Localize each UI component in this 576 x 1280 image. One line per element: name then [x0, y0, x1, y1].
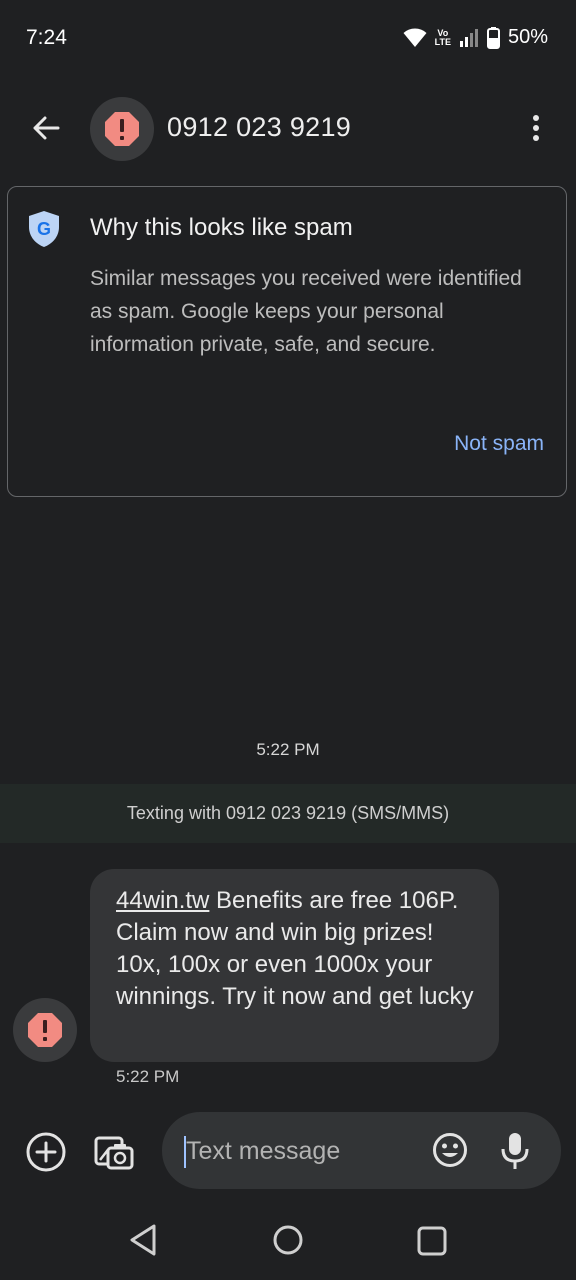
spam-card-body: Similar messages you received were ident…: [90, 267, 522, 356]
spam-card-title: Why this looks like spam: [90, 214, 353, 241]
battery-icon: [486, 26, 500, 49]
sender-avatar[interactable]: [13, 998, 77, 1062]
voice-input-button[interactable]: [500, 1131, 530, 1171]
text-caret: [184, 1136, 186, 1168]
texting-with-banner: Texting with 0912 023 9219 (SMS/MMS): [0, 784, 576, 843]
status-time: 7:24: [26, 26, 67, 49]
battery-percent: 50%: [507, 26, 548, 48]
emoji-button[interactable]: [431, 1131, 469, 1169]
more-options-button[interactable]: [516, 108, 556, 148]
add-attachment-button[interactable]: [24, 1130, 68, 1174]
nav-home-button[interactable]: [270, 1222, 306, 1258]
contact-avatar[interactable]: [90, 97, 154, 161]
wifi-icon: [403, 28, 427, 47]
spam-alert-icon: [28, 1013, 62, 1047]
message-input[interactable]: [184, 1132, 418, 1170]
signal-icon: [459, 28, 478, 47]
not-spam-button[interactable]: Not spam: [454, 432, 544, 456]
nav-back-button[interactable]: [126, 1222, 160, 1258]
back-button[interactable]: [26, 108, 66, 148]
google-shield-icon: G: [29, 211, 59, 247]
svg-text:G: G: [37, 219, 51, 239]
more-vert-icon: [533, 115, 539, 141]
nav-recents-button[interactable]: [415, 1224, 449, 1258]
conversation-title[interactable]: 0912 023 9219: [167, 112, 351, 143]
spam-alert-icon: [105, 112, 139, 146]
message-bubble[interactable]: 44win.tw Benefits are free 106P. Claim n…: [90, 869, 499, 1062]
conversation-timestamp: 5:22 PM: [256, 740, 320, 759]
message-time: 5:22 PM: [116, 1067, 180, 1086]
gallery-button[interactable]: [92, 1130, 136, 1174]
back-arrow-icon: [33, 116, 60, 140]
status-icons: Vo LTE 50%: [403, 26, 548, 49]
message-link[interactable]: 44win.tw: [116, 887, 209, 914]
volte-icon: Vo LTE: [434, 27, 451, 47]
